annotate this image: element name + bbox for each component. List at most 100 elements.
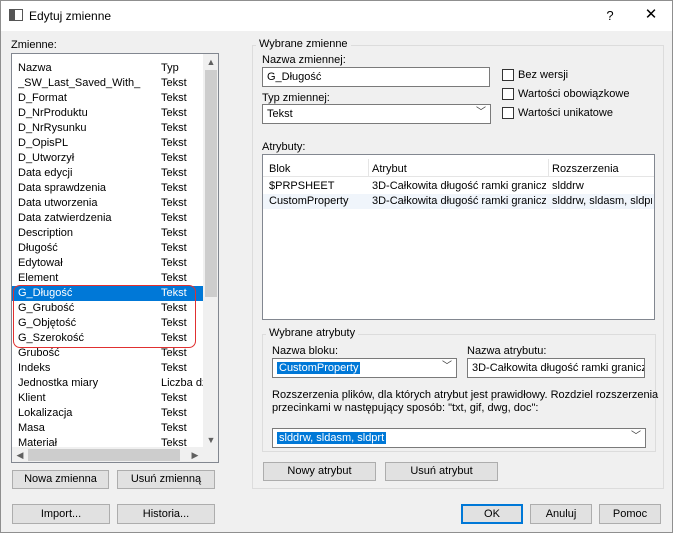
variable-name-cell: Description (18, 227, 74, 239)
selected-attribute-group-title: Wybrane atrybuty (266, 327, 359, 339)
checkbox-box[interactable] (502, 88, 514, 100)
import-button[interactable]: Import... (12, 504, 110, 524)
variable-name-cell: G_Grubość (18, 302, 75, 314)
help-button[interactable]: Pomoc (599, 504, 661, 524)
variable-row[interactable]: Edytował Tekst (12, 256, 204, 271)
new-variable-button[interactable]: Nowa zmienna (12, 470, 109, 489)
column-header-extensions[interactable]: Rozszerzenia (552, 163, 619, 175)
variable-type-cell: Liczba dzi... (161, 377, 205, 389)
title-bar: Edytuj zmienne ? ✕ (1, 1, 672, 31)
variable-type-cell: Tekst (161, 167, 187, 179)
variable-name-cell: Data zatwierdzenia (18, 212, 112, 224)
variable-name-cell: Data edycji (18, 167, 73, 179)
hscroll-thumb[interactable] (28, 449, 180, 461)
scroll-down-icon[interactable]: ▼ (203, 432, 218, 448)
horizontal-scrollbar[interactable]: ◀ ▶ (12, 447, 203, 462)
variable-row[interactable]: G_Grubość Tekst (12, 301, 204, 316)
required-values-label: Wartości obowiązkowe (518, 88, 630, 100)
variable-type-cell: Tekst (161, 137, 187, 149)
close-icon[interactable]: ✕ (638, 4, 664, 26)
no-versions-label: Bez wersji (518, 69, 569, 81)
column-separator[interactable] (548, 159, 549, 177)
attributes-label: Atrybuty: (262, 141, 306, 153)
variable-name-cell: Grubość (18, 347, 60, 359)
variable-row[interactable]: G_Objętość Tekst (12, 316, 204, 331)
column-header-attribute[interactable]: Atrybut (372, 163, 407, 175)
attribute-name-input[interactable]: 3D-Całkowita długość ramki granicznej (467, 358, 645, 378)
variables-list[interactable]: Nazwa Typ _SW_Last_Saved_With_ Tekst D_For… (11, 53, 219, 463)
variable-row[interactable]: Klient Tekst (12, 391, 204, 406)
variable-row[interactable]: D_NrProduktu Tekst (12, 106, 204, 121)
variable-row[interactable]: Długość Tekst (12, 241, 204, 256)
variable-name-input[interactable]: G_Długość (262, 67, 490, 87)
variable-row[interactable]: Description Tekst (12, 226, 204, 241)
variable-row[interactable]: Data utworzenia Tekst (12, 196, 204, 211)
cancel-button[interactable]: Anuluj (530, 504, 592, 524)
variable-row[interactable]: Indeks Tekst (12, 361, 204, 376)
variable-row[interactable]: G_Szerokość Tekst (12, 331, 204, 346)
unique-values-checkbox[interactable]: Wartości unikatowe (502, 107, 613, 119)
variable-type-cell: Tekst (161, 392, 187, 404)
variable-type-select[interactable]: Tekst ﹀ (262, 104, 491, 124)
delete-attribute-button[interactable]: Usuń atrybut (385, 462, 498, 481)
variable-row[interactable]: D_Utworzył Tekst (12, 151, 204, 166)
variable-row[interactable]: Masa Tekst (12, 421, 204, 436)
delete-variable-button[interactable]: Usuń zmienną (117, 470, 215, 489)
variable-type-cell: Tekst (161, 77, 187, 89)
variable-row[interactable]: Grubość Tekst (12, 346, 204, 361)
variable-type-cell: Tekst (161, 122, 187, 134)
required-values-checkbox[interactable]: Wartości obowiązkowe (502, 88, 629, 100)
variable-type-cell: Tekst (161, 302, 187, 314)
variable-type-cell: Tekst (161, 332, 187, 344)
checkbox-box[interactable] (502, 69, 514, 81)
ok-button[interactable]: OK (461, 504, 523, 524)
column-header-block[interactable]: Blok (269, 163, 290, 175)
variable-type-cell: Tekst (161, 182, 187, 194)
variable-row[interactable]: Lokalizacja Tekst (12, 406, 204, 421)
scroll-up-icon[interactable]: ▲ (203, 54, 218, 70)
variable-row[interactable]: Data zatwierdzenia Tekst (12, 211, 204, 226)
column-header-type[interactable]: Typ (161, 62, 179, 74)
variable-type-cell: Tekst (161, 152, 187, 164)
history-button[interactable]: Historia... (117, 504, 215, 524)
attribute-row[interactable]: CustomProperty 3D-Całkowita długość ramki… (263, 194, 654, 209)
attribute-extensions-cell: slddrw (552, 180, 584, 192)
scroll-right-icon[interactable]: ▶ (187, 447, 203, 462)
no-versions-checkbox[interactable]: Bez wersji (502, 69, 568, 81)
variable-row[interactable]: _SW_Last_Saved_With_ Tekst (12, 76, 204, 91)
variable-type-cell: Tekst (161, 257, 187, 269)
extensions-help-line-1: Rozszerzenia plików, dla których atrybut… (272, 389, 659, 401)
variable-name-cell: G_Objętość (18, 317, 77, 329)
variable-row[interactable]: Data sprawdzenia Tekst (12, 181, 204, 196)
scroll-thumb[interactable] (205, 70, 217, 297)
chevron-down-icon: ﹀ (631, 431, 641, 442)
variable-row[interactable]: G_Długość Tekst (12, 286, 204, 301)
column-separator[interactable] (368, 159, 369, 177)
variable-row[interactable]: D_OpisPL Tekst (12, 136, 204, 151)
attribute-extensions-cell: slddrw, sldasm, sldprt (552, 195, 652, 207)
variable-row[interactable]: Element Tekst (12, 271, 204, 286)
block-name-select[interactable]: CustomProperty ﹀ (272, 358, 457, 378)
new-attribute-button[interactable]: Nowy atrybut (263, 462, 376, 481)
app-icon (9, 9, 23, 21)
variable-type-value: Tekst (267, 108, 293, 120)
attributes-table[interactable]: Blok Atrybut Rozszerzenia $PRPSHEET 3D-Ca… (262, 154, 655, 320)
variable-row[interactable]: D_Format Tekst (12, 91, 204, 106)
variable-row[interactable]: Data edycji Tekst (12, 166, 204, 181)
scroll-left-icon[interactable]: ◀ (12, 447, 28, 462)
vertical-scrollbar[interactable]: ▲ ▼ (203, 54, 218, 448)
variable-name-cell: Data utworzenia (18, 197, 98, 209)
column-header-name[interactable]: Nazwa (18, 62, 52, 74)
variable-type-cell: Tekst (161, 347, 187, 359)
variable-type-cell: Tekst (161, 407, 187, 419)
variable-row[interactable]: Jednostka miary Liczba dzi... (12, 376, 205, 391)
block-name-label: Nazwa bloku: (272, 345, 339, 357)
variable-name-cell: Edytował (18, 257, 63, 269)
checkbox-box[interactable] (502, 107, 514, 119)
extensions-input[interactable]: slddrw, sldasm, sldprt ﹀ (272, 428, 646, 448)
attribute-row[interactable]: $PRPSHEET 3D-Całkowita długość ramki gran… (263, 179, 654, 194)
variable-row[interactable]: D_NrRysunku Tekst (12, 121, 204, 136)
variable-name-cell: D_Format (18, 92, 67, 104)
help-icon[interactable]: ? (598, 6, 622, 26)
edit-variables-dialog: Edytuj zmienne ? ✕ Zmienne: Nazwa Typ _S… (0, 0, 673, 533)
